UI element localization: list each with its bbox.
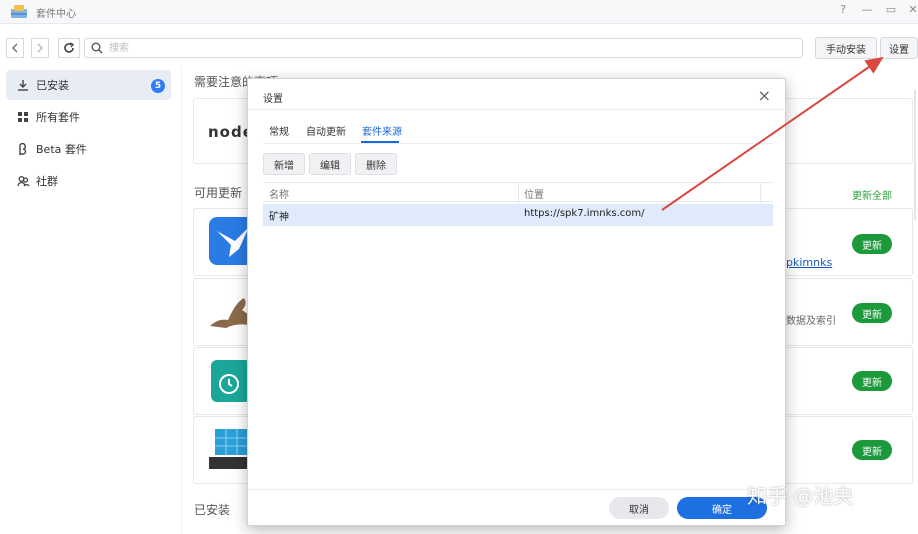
package-center-icon <box>10 3 28 19</box>
sidebar-item-beta[interactable]: Beta 套件 <box>6 134 171 164</box>
refresh-button[interactable] <box>58 38 80 58</box>
watermark: 知乎 @池央 <box>747 484 854 508</box>
sidebar: 已安装 5 所有套件 Beta 套件 社群 <box>0 66 180 534</box>
sidebar-item-all-packages[interactable]: 所有套件 <box>6 102 171 132</box>
minimize-icon[interactable]: — <box>860 3 874 16</box>
package-description: 数据及索引 <box>786 316 836 327</box>
source-location: https://spk7.imnks.com/ <box>524 208 645 219</box>
refresh-icon <box>64 42 75 53</box>
grid-icon <box>16 110 30 124</box>
column-divider <box>518 183 519 203</box>
divider <box>248 109 787 110</box>
download-icon <box>16 78 30 92</box>
search-icon <box>91 42 103 57</box>
sidebar-item-label: 已安装 <box>36 79 69 92</box>
installed-section-title: 已安装 <box>194 503 231 517</box>
chevron-right-icon <box>37 43 44 53</box>
update-button[interactable]: 更新 <box>852 440 892 460</box>
update-button[interactable]: 更新 <box>852 234 892 254</box>
close-icon[interactable]: × <box>758 86 771 105</box>
sidebar-item-label: 所有套件 <box>36 111 80 124</box>
search-input[interactable] <box>109 40 789 56</box>
package-icon-3 <box>211 360 251 402</box>
sidebar-item-label: 社群 <box>36 175 58 188</box>
table-row[interactable]: 矿神 https://spk7.imnks.com/ <box>263 204 773 226</box>
edit-button[interactable]: 编辑 <box>309 153 351 175</box>
tab-auto-update[interactable]: 自动更新 <box>306 123 346 138</box>
package-source-link[interactable]: pkimnks <box>786 256 832 269</box>
divider <box>248 489 787 490</box>
title-bar: 套件中心 ? — ▭ ✕ <box>0 0 918 24</box>
tab-general[interactable]: 常规 <box>269 123 289 138</box>
sidebar-item-label: Beta 套件 <box>36 143 87 156</box>
settings-button[interactable]: 设置 <box>880 37 918 59</box>
dialog-title: 设置 <box>263 94 283 105</box>
source-name: 矿神 <box>269 212 289 223</box>
add-button[interactable]: 新增 <box>263 153 305 175</box>
updates-section-title: 可用更新 <box>194 186 243 200</box>
tab-package-sources[interactable]: 套件来源 <box>362 123 402 138</box>
community-icon <box>16 174 30 188</box>
column-header-name[interactable]: 名称 <box>269 186 289 201</box>
window-title: 套件中心 <box>36 9 76 20</box>
update-button[interactable]: 更新 <box>852 371 892 391</box>
update-button[interactable]: 更新 <box>852 303 892 323</box>
cancel-button[interactable]: 取消 <box>609 497 669 519</box>
table-header: 名称 位置 <box>263 182 773 203</box>
update-all-link[interactable]: 更新全部 <box>852 187 892 202</box>
sidebar-item-community[interactable]: 社群 <box>6 166 171 196</box>
search-box[interactable] <box>84 38 803 58</box>
help-icon[interactable]: ? <box>836 3 850 16</box>
column-header-location[interactable]: 位置 <box>524 186 544 201</box>
scrollbar[interactable] <box>914 90 916 220</box>
manual-install-button[interactable]: 手动安装 <box>815 37 877 59</box>
delete-button[interactable]: 删除 <box>355 153 397 175</box>
column-divider <box>760 183 761 203</box>
chevron-left-icon <box>11 43 18 53</box>
divider <box>263 143 773 144</box>
close-window-icon[interactable]: ✕ <box>906 3 918 16</box>
forward-button[interactable] <box>31 38 49 58</box>
settings-dialog: 设置 × 常规 自动更新 套件来源 新增 编辑 删除 名称 位置 矿神 http… <box>247 78 787 526</box>
maximize-icon[interactable]: ▭ <box>884 3 898 16</box>
installed-count-badge: 5 <box>151 79 165 93</box>
beta-icon <box>16 142 30 156</box>
sidebar-item-installed[interactable]: 已安装 5 <box>6 70 171 100</box>
back-button[interactable] <box>6 38 24 58</box>
